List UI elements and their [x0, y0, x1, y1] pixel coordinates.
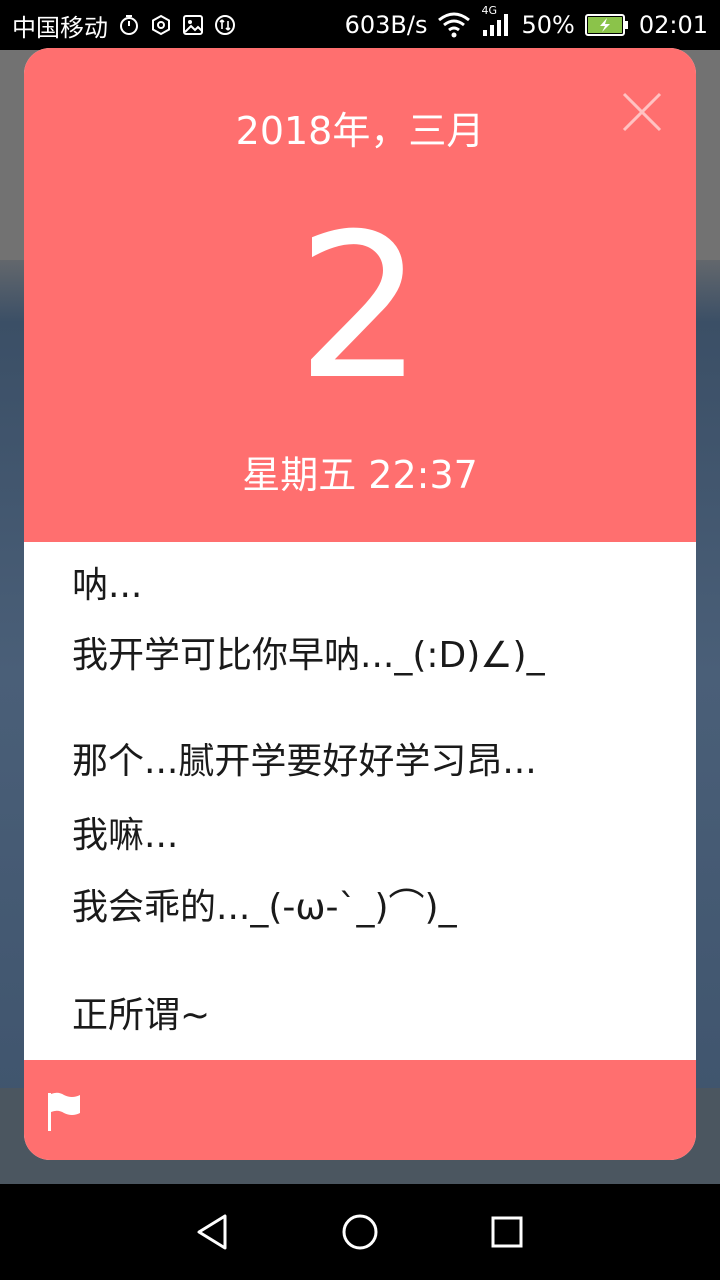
- network-type: 4G: [481, 4, 498, 17]
- clock: 02:01: [638, 11, 708, 39]
- battery-icon: [584, 13, 629, 37]
- weekday-time-label: 星期五 22:37: [242, 453, 478, 497]
- hexagon-settings-icon: [150, 14, 172, 36]
- home-icon: [342, 1214, 378, 1250]
- message-line: 我开学可比你早呐..._(:D)∠)_: [72, 635, 545, 676]
- navigation-bar: [0, 1184, 720, 1280]
- flag-button[interactable]: [44, 1090, 84, 1134]
- message-line: 我嘛...: [72, 815, 179, 856]
- carrier-name: 中国移动: [12, 13, 108, 42]
- close-icon: [622, 92, 662, 132]
- close-button[interactable]: [618, 88, 666, 136]
- recents-icon: [491, 1216, 523, 1248]
- back-button[interactable]: [183, 1202, 243, 1262]
- message-line: 呐...: [72, 565, 143, 606]
- signal-icon: 4G: [481, 4, 511, 38]
- screen: 中国移动 603B/s 4G 50% 02:01 2018年，三月 2 星期五 …: [0, 0, 720, 1280]
- dialog-footer: [24, 1060, 696, 1160]
- status-bar-left: 中国移动: [12, 8, 236, 43]
- message-line: 那个...腻开学要好好学习昂...: [72, 741, 537, 782]
- message-line: 正所谓~: [72, 995, 211, 1036]
- message-line: 我会乖的..._(-ω-`_)⌒)_: [72, 887, 457, 928]
- home-button[interactable]: [330, 1202, 390, 1262]
- dialog-header: 2018年，三月 2 星期五 22:37: [24, 48, 696, 542]
- data-sync-icon: [214, 14, 236, 36]
- back-icon: [197, 1214, 227, 1250]
- year-month-label: 2018年，三月: [235, 109, 485, 153]
- battery-percent: 50%: [521, 11, 575, 39]
- recents-button[interactable]: [477, 1202, 537, 1262]
- image-icon: [182, 14, 204, 36]
- network-speed: 603B/s: [344, 11, 428, 39]
- calendar-dialog: 2018年，三月 2 星期五 22:37 呐... 我开学可比你早呐..._(:…: [24, 48, 696, 1160]
- wifi-icon: [437, 12, 471, 38]
- message-body: 呐... 我开学可比你早呐..._(:D)∠)_ 那个...腻开学要好好学习昂.…: [24, 542, 696, 1060]
- flag-icon: [48, 1092, 80, 1131]
- status-bar-right: 603B/s 4G 50% 02:01: [344, 4, 708, 39]
- stopwatch-icon: [118, 14, 140, 36]
- status-bar: 中国移动 603B/s 4G 50% 02:01: [0, 0, 720, 50]
- day-number: 2: [296, 191, 424, 424]
